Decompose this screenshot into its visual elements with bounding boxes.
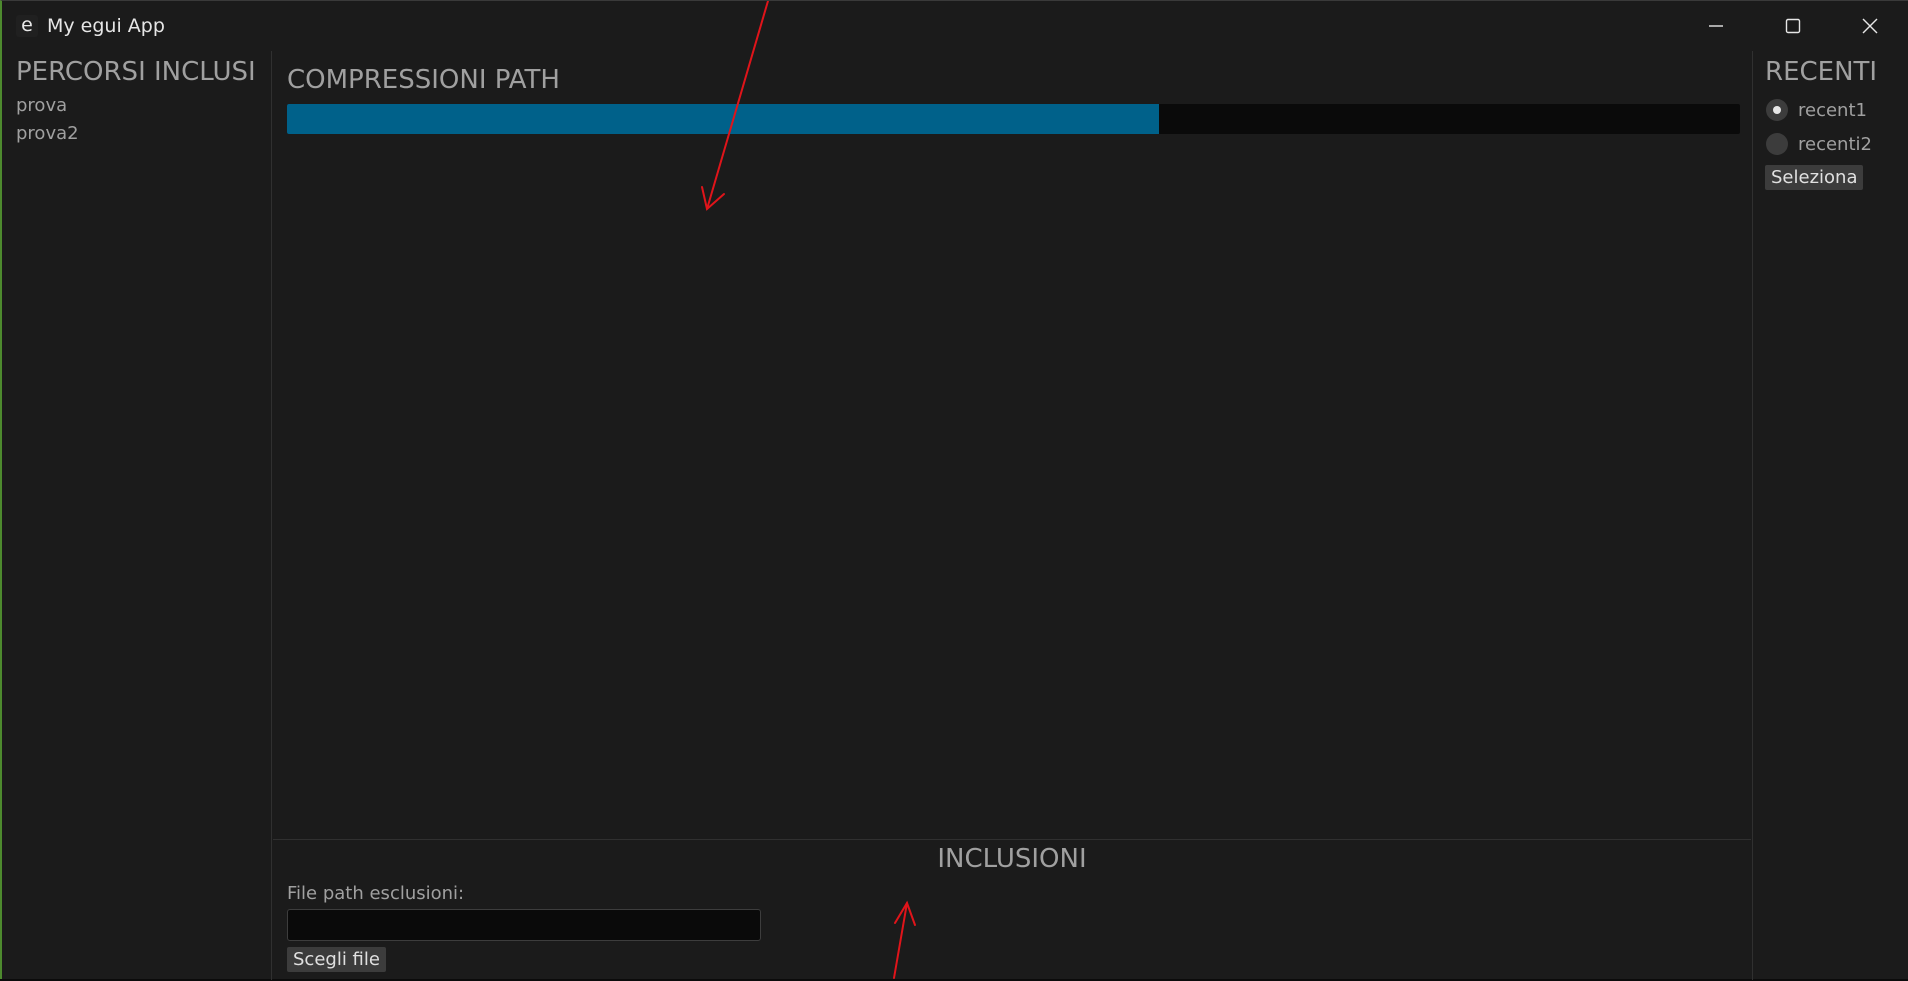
recent-option-recenti2[interactable]: recenti2 <box>1766 131 1872 157</box>
center-panel-heading: COMPRESSIONI PATH <box>287 65 560 95</box>
right-panel-heading: RECENTI <box>1765 57 1878 87</box>
exclusion-path-input[interactable] <box>287 909 761 941</box>
minimize-icon <box>1709 25 1723 27</box>
recent-option-label: recent1 <box>1798 99 1867 121</box>
radio-button-icon[interactable] <box>1766 99 1788 121</box>
bottom-panel-heading: INCLUSIONI <box>937 844 1087 874</box>
maximize-icon <box>1785 18 1801 34</box>
bottom-panel: INCLUSIONI File path esclusioni: Scegli … <box>273 839 1751 981</box>
exclusion-path-label: File path esclusioni: <box>287 883 465 904</box>
app-logo-icon: e <box>16 15 38 37</box>
choose-file-button[interactable]: Scegli file <box>287 947 386 972</box>
title-bar[interactable]: e My egui App <box>2 1 1908 51</box>
select-button[interactable]: Seleziona <box>1765 165 1864 190</box>
recent-option-recent1[interactable]: recent1 <box>1766 97 1867 123</box>
left-side-panel: PERCORSI INCLUSI prova prova2 <box>4 51 272 980</box>
app-window: e My egui App PERCORSI INCLUSI prova pro… <box>0 0 1908 981</box>
window-title: My egui App <box>47 15 165 37</box>
maximize-button[interactable] <box>1755 1 1831 51</box>
central-panel: COMPRESSIONI PATH <box>273 51 1751 838</box>
radio-button-icon[interactable] <box>1766 133 1788 155</box>
close-button[interactable] <box>1832 1 1908 51</box>
compression-progress-bar <box>287 104 1740 134</box>
right-side-panel: RECENTI recent1 recenti2 Seleziona <box>1752 51 1908 980</box>
left-panel-heading: PERCORSI INCLUSI <box>16 57 256 87</box>
close-icon <box>1862 18 1878 34</box>
recent-option-label: recenti2 <box>1798 133 1872 155</box>
included-path-item[interactable]: prova <box>16 95 67 116</box>
progress-fill <box>287 104 1159 134</box>
minimize-button[interactable] <box>1678 1 1754 51</box>
included-path-item[interactable]: prova2 <box>16 123 79 144</box>
